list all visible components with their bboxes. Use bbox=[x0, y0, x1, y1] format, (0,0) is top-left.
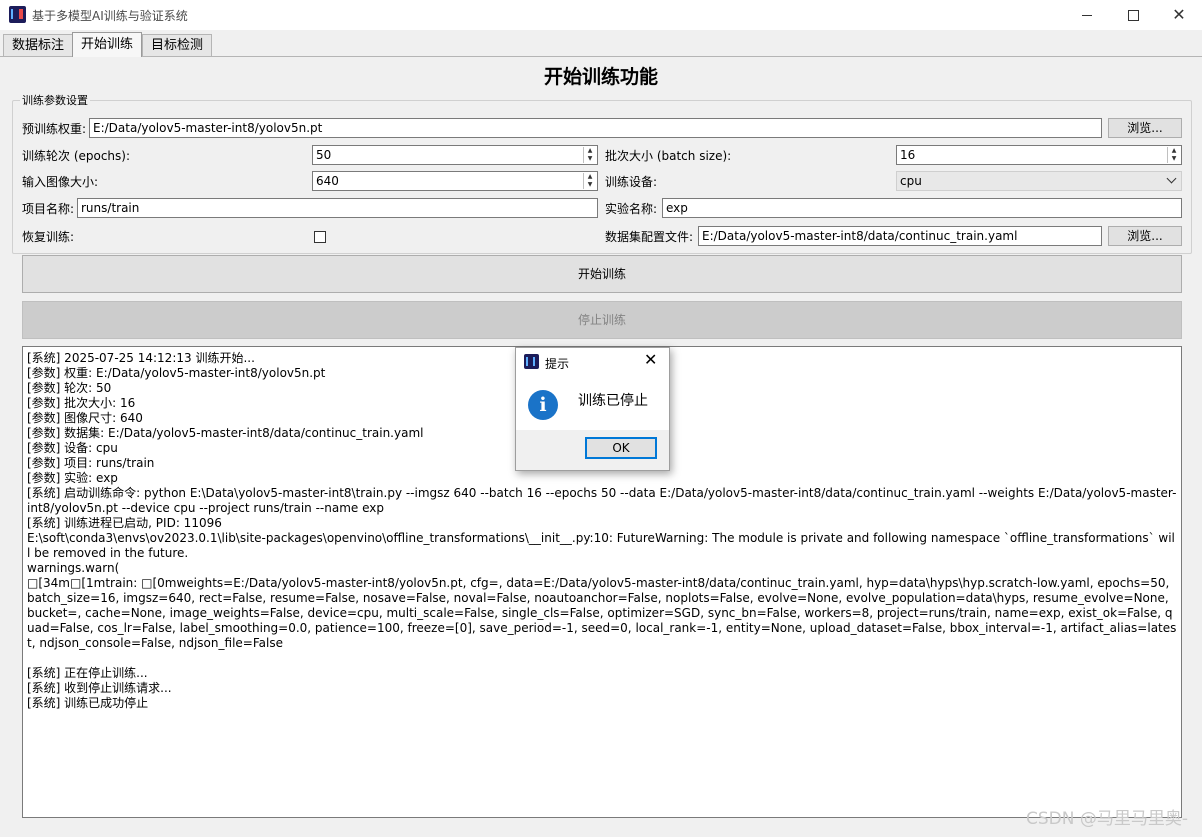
group-title: 训练参数设置 bbox=[20, 92, 90, 108]
start-training-button[interactable]: 开始训练 bbox=[22, 255, 1182, 293]
ok-button[interactable]: OK bbox=[585, 437, 657, 459]
log-line: E:\soft\conda3\envs\ov2023.0.1\lib\site-… bbox=[27, 531, 1175, 560]
weights-input[interactable]: E:/Data/yolov5-master-int8/yolov5n.pt bbox=[89, 118, 1102, 138]
batch-value: 16 bbox=[900, 148, 916, 162]
log-line: [系统] 收到停止训练请求... bbox=[27, 681, 172, 695]
device-select[interactable]: cpu bbox=[896, 171, 1182, 191]
imgsz-spinbox[interactable]: 640 ▲ ▼ bbox=[312, 171, 598, 191]
epochs-value: 50 bbox=[316, 148, 332, 162]
exp-input[interactable]: exp bbox=[662, 198, 1182, 218]
tab-data-annotation[interactable]: 数据标注 bbox=[3, 34, 73, 56]
weights-label: 预训练权重: bbox=[22, 122, 87, 136]
spin-down-icon[interactable]: ▼ bbox=[1168, 155, 1180, 163]
dialog-message: 训练已停止 bbox=[578, 393, 648, 409]
close-icon[interactable]: ✕ bbox=[644, 351, 657, 369]
tab-object-detection[interactable]: 目标检测 bbox=[142, 34, 212, 56]
log-line: [系统] 训练已成功停止 bbox=[27, 696, 149, 710]
device-value: cpu bbox=[900, 174, 922, 188]
maximize-icon bbox=[1127, 9, 1139, 21]
watermark: CSDN @马里马里奥- bbox=[1025, 809, 1188, 829]
browse-weights-button[interactable]: 浏览... bbox=[1108, 118, 1182, 138]
close-icon: ✕ bbox=[1172, 5, 1186, 24]
spin-up-icon[interactable]: ▲ bbox=[584, 147, 596, 155]
spin-up-icon[interactable]: ▲ bbox=[1168, 147, 1180, 155]
spin-down-icon[interactable]: ▼ bbox=[584, 181, 596, 189]
batch-spin-buttons[interactable]: ▲ ▼ bbox=[1167, 147, 1180, 163]
stop-training-button[interactable]: 停止训练 bbox=[22, 301, 1182, 339]
imgsz-label: 输入图像大小: bbox=[22, 175, 99, 189]
device-label: 训练设备: bbox=[605, 175, 658, 189]
batch-spinbox[interactable]: 16 ▲ ▼ bbox=[896, 145, 1182, 165]
log-line: [系统] 训练进程已启动, PID: 11096 bbox=[27, 516, 222, 530]
dialog-body: i 训练已停止 bbox=[516, 376, 669, 430]
browse-dataset-button[interactable]: 浏览... bbox=[1108, 226, 1182, 246]
dialog-titlebar: 提示 ✕ bbox=[516, 348, 669, 376]
epochs-label: 训练轮次 (epochs): bbox=[22, 149, 131, 163]
app-logo-icon bbox=[9, 6, 26, 23]
page-title: 开始训练功能 bbox=[543, 66, 658, 88]
dataset-input[interactable]: E:/Data/yolov5-master-int8/data/continuc… bbox=[698, 226, 1102, 246]
log-line: [系统] 启动训练命令: python E:\Data\yolov5-maste… bbox=[27, 486, 1177, 515]
imgsz-spin-buttons[interactable]: ▲ ▼ bbox=[583, 173, 596, 189]
project-label: 项目名称: bbox=[22, 202, 75, 216]
epochs-spin-buttons[interactable]: ▲ ▼ bbox=[583, 147, 596, 163]
spin-up-icon[interactable]: ▲ bbox=[584, 173, 596, 181]
log-line: warnings.warn( bbox=[27, 561, 120, 575]
resume-label: 恢复训练: bbox=[22, 230, 75, 244]
project-input[interactable]: runs/train bbox=[77, 198, 598, 218]
minimize-icon bbox=[1082, 14, 1092, 16]
tab-bar: 数据标注 开始训练 目标检测 bbox=[0, 30, 1202, 57]
info-dialog: 提示 ✕ i 训练已停止 OK bbox=[515, 347, 670, 471]
tab-start-training[interactable]: 开始训练 bbox=[72, 32, 142, 57]
batch-label: 批次大小 (batch size): bbox=[605, 149, 732, 163]
window-titlebar: 基于多模型AI训练与验证系统 ✕ bbox=[0, 0, 1202, 30]
exp-label: 实验名称: bbox=[605, 202, 658, 216]
minimize-button[interactable] bbox=[1064, 0, 1110, 30]
dataset-label: 数据集配置文件: bbox=[605, 230, 694, 244]
log-line: □[34m□[1mtrain: □[0mweights=E:/Data/yolo… bbox=[27, 576, 1177, 650]
log-line: [系统] 正在停止训练... bbox=[27, 666, 148, 680]
maximize-button[interactable] bbox=[1110, 0, 1156, 30]
window-title: 基于多模型AI训练与验证系统 bbox=[32, 9, 188, 23]
close-button[interactable]: ✕ bbox=[1156, 0, 1202, 30]
chevron-down-icon bbox=[1166, 173, 1177, 184]
info-icon: i bbox=[528, 390, 558, 420]
app-logo-icon bbox=[524, 354, 539, 369]
epochs-spinbox[interactable]: 50 ▲ ▼ bbox=[312, 145, 598, 165]
spin-down-icon[interactable]: ▼ bbox=[584, 155, 596, 163]
imgsz-value: 640 bbox=[316, 174, 339, 188]
log-line: [参数] 实验: exp bbox=[27, 471, 118, 485]
dialog-title: 提示 bbox=[545, 357, 570, 371]
resume-checkbox[interactable] bbox=[314, 231, 326, 243]
